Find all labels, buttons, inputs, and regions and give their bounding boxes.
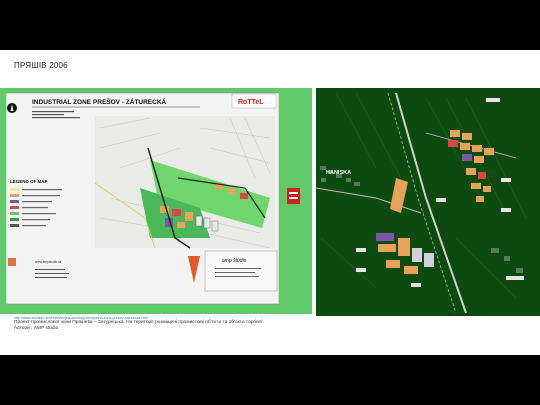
left-map-website: www.ampstudio.sk xyxy=(35,260,62,264)
slide: ПРЯШІВ 2006 INDUSTRIAL ZONE PREŠOV - ZÁT… xyxy=(0,50,540,355)
slide-title: ПРЯШІВ 2006 xyxy=(14,61,68,70)
city-coat-of-arms-icon xyxy=(287,188,300,204)
coat-of-arms-icon xyxy=(8,258,16,266)
left-map-header: INDUSTRIAL ZONE PREŠOV - ZÁTURECKÁ xyxy=(32,97,167,106)
right-map-aerial: HANISKA xyxy=(316,88,540,316)
slide-caption: http://www.archinfo.sk/diela/verejna-sta… xyxy=(14,316,484,332)
left-map-plan: INDUSTRIAL ZONE PREŠOV - ZÁTURECKÁ LEGEN… xyxy=(0,88,312,314)
rottel-logo: RoTTeL xyxy=(238,99,264,106)
right-map-area-label: HANISKA xyxy=(326,170,351,176)
caption-author: Автори : AMP studio xyxy=(14,326,59,332)
studio-name: amp štúdio xyxy=(222,258,247,264)
legend-title: LEGEND OF MAP xyxy=(10,179,48,184)
